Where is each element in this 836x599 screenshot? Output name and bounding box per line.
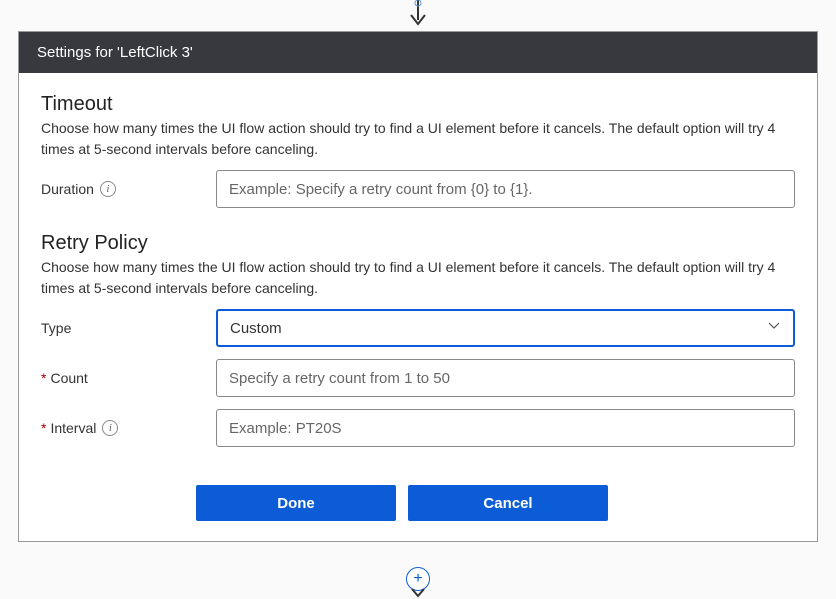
chevron-down-icon <box>767 319 781 337</box>
interval-label: *Interval i <box>41 420 216 436</box>
count-label: *Count <box>41 370 216 386</box>
retry-desc: Choose how many times the UI flow action… <box>41 257 795 299</box>
panel-title: Settings for 'LeftClick 3' <box>19 32 817 73</box>
duration-input[interactable] <box>216 170 795 208</box>
duration-row: Duration i <box>41 170 795 208</box>
type-select-value: Custom <box>230 320 282 337</box>
settings-panel: Settings for 'LeftClick 3' Timeout Choos… <box>18 31 818 542</box>
type-select[interactable]: Custom <box>216 309 795 347</box>
interval-label-text: Interval <box>50 420 96 436</box>
duration-label: Duration i <box>41 181 216 197</box>
type-label: Type <box>41 320 216 336</box>
interval-input[interactable] <box>216 409 795 447</box>
button-row: Done Cancel <box>196 485 795 521</box>
count-label-text: Count <box>50 370 87 386</box>
type-label-text: Type <box>41 320 71 336</box>
cancel-button[interactable]: Cancel <box>408 485 608 521</box>
info-icon[interactable]: i <box>102 420 118 436</box>
flow-arrow-top <box>403 0 433 33</box>
timeout-title: Timeout <box>41 93 795 116</box>
timeout-desc: Choose how many times the UI flow action… <box>41 118 795 160</box>
retry-title: Retry Policy <box>41 232 795 255</box>
required-star: * <box>41 420 46 436</box>
count-row: *Count <box>41 359 795 397</box>
info-icon[interactable]: i <box>100 181 116 197</box>
done-button[interactable]: Done <box>196 485 396 521</box>
duration-label-text: Duration <box>41 181 94 197</box>
count-input[interactable] <box>216 359 795 397</box>
interval-row: *Interval i <box>41 409 795 447</box>
required-star: * <box>41 370 46 386</box>
panel-body: Timeout Choose how many times the UI flo… <box>19 73 817 541</box>
type-row: Type Custom <box>41 309 795 347</box>
flow-arrow-bottom <box>398 587 438 599</box>
